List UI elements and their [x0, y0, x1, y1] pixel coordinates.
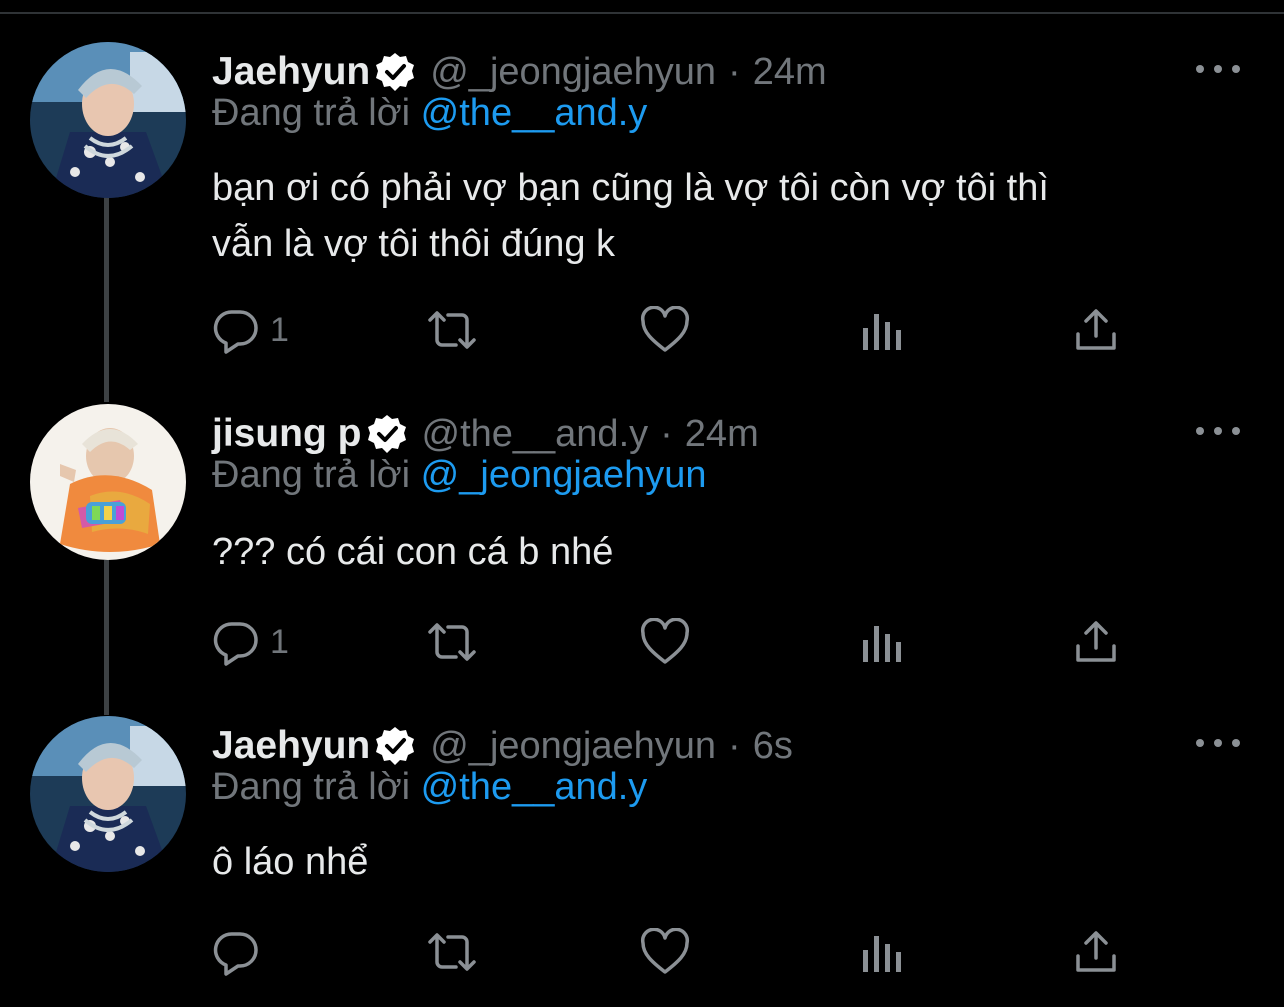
tweet-text: bạn ơi có phải vợ bạn cũng là vợ tôi còn…: [212, 160, 1222, 272]
reply-button[interactable]: 1: [212, 304, 289, 356]
verified-badge-icon: [366, 413, 408, 455]
like-icon: [640, 618, 690, 664]
timestamp[interactable]: 24m: [685, 413, 759, 456]
retweet-button[interactable]: [424, 926, 480, 978]
top-divider: [0, 12, 1284, 14]
avatar[interactable]: [30, 42, 186, 198]
tweet-text-line: vẫn là vợ tôi thôi đúng k: [212, 223, 616, 265]
reply-count: 1: [270, 622, 289, 661]
handle[interactable]: @the__and.y: [422, 413, 649, 456]
action-bar: [212, 926, 1132, 978]
share-icon: [1076, 931, 1116, 972]
replying-to: Đang trả lời @_jeongjaehyun: [212, 454, 706, 497]
tweet-text-line: ??? có cái con cá b nhé: [212, 531, 614, 573]
analytics-icon: [863, 936, 901, 972]
mention-link[interactable]: @_jeongjaehyun: [421, 454, 707, 496]
display-name[interactable]: jisung p: [212, 412, 362, 456]
tweet[interactable]: Jaehyun @_jeongjaehyun · 6s Đang trả lời…: [0, 716, 1284, 996]
retweet-button[interactable]: [424, 616, 480, 668]
reply-icon: [213, 622, 258, 666]
replying-label: Đang trả lời: [212, 454, 411, 496]
timestamp[interactable]: 6s: [753, 725, 793, 768]
like-icon: [640, 928, 690, 974]
tweet-text-line: ô láo nhể: [212, 841, 369, 883]
like-button[interactable]: [640, 616, 690, 668]
reply-button[interactable]: [212, 926, 270, 978]
share-button[interactable]: [1074, 304, 1118, 356]
tweet-text: ô láo nhể: [212, 834, 1222, 890]
tweet[interactable]: Jaehyun @_jeongjaehyun · 24m Đang trả lờ…: [0, 42, 1284, 372]
share-icon: [1076, 309, 1116, 350]
more-dots-icon[interactable]: [1196, 728, 1240, 758]
replying-to: Đang trả lời @the__and.y: [212, 766, 647, 809]
reply-button[interactable]: 1: [212, 616, 289, 668]
verified-badge-icon: [374, 51, 416, 93]
more-dots-icon[interactable]: [1196, 416, 1240, 446]
separator: ·: [728, 724, 741, 767]
reply-count: 1: [270, 310, 289, 349]
retweet-button[interactable]: [424, 304, 480, 356]
mention-link[interactable]: @the__and.y: [421, 92, 648, 134]
action-bar: 1: [212, 616, 1132, 668]
separator: ·: [728, 50, 741, 93]
analytics-icon: [863, 626, 901, 662]
timestamp[interactable]: 24m: [753, 51, 827, 94]
tweet-text: ??? có cái con cá b nhé: [212, 524, 1222, 580]
like-icon: [640, 306, 690, 352]
like-button[interactable]: [640, 304, 690, 356]
replying-label: Đang trả lời: [212, 92, 411, 134]
reply-icon: [213, 932, 258, 976]
action-bar: 1: [212, 304, 1132, 356]
retweet-icon: [428, 311, 476, 349]
tweet-text-line: bạn ơi có phải vợ bạn cũng là vợ tôi còn…: [212, 167, 1049, 209]
display-name[interactable]: Jaehyun: [212, 724, 370, 768]
tweet[interactable]: jisung p @the__and.y · 24m Đang trả lời …: [0, 404, 1284, 694]
analytics-button[interactable]: [860, 304, 904, 356]
handle[interactable]: @_jeongjaehyun: [430, 725, 716, 768]
verified-badge-icon: [374, 725, 416, 767]
more-dots-icon[interactable]: [1196, 54, 1240, 84]
replying-to: Đang trả lời @the__and.y: [212, 92, 647, 135]
retweet-icon: [428, 933, 476, 971]
analytics-button[interactable]: [860, 926, 904, 978]
replying-label: Đang trả lời: [212, 766, 411, 808]
like-button[interactable]: [640, 926, 690, 978]
tweet-thread-screen: Jaehyun @_jeongjaehyun · 24m Đang trả lờ…: [0, 0, 1284, 1007]
mention-link[interactable]: @the__and.y: [421, 766, 648, 808]
share-button[interactable]: [1074, 616, 1118, 668]
share-button[interactable]: [1074, 926, 1118, 978]
analytics-icon: [863, 314, 901, 350]
avatar[interactable]: [30, 716, 186, 872]
separator: ·: [660, 412, 673, 455]
share-icon: [1076, 621, 1116, 662]
handle[interactable]: @_jeongjaehyun: [430, 51, 716, 94]
display-name[interactable]: Jaehyun: [212, 50, 370, 94]
reply-icon: [213, 310, 258, 354]
analytics-button[interactable]: [860, 616, 904, 668]
avatar[interactable]: [30, 404, 186, 560]
retweet-icon: [428, 623, 476, 661]
